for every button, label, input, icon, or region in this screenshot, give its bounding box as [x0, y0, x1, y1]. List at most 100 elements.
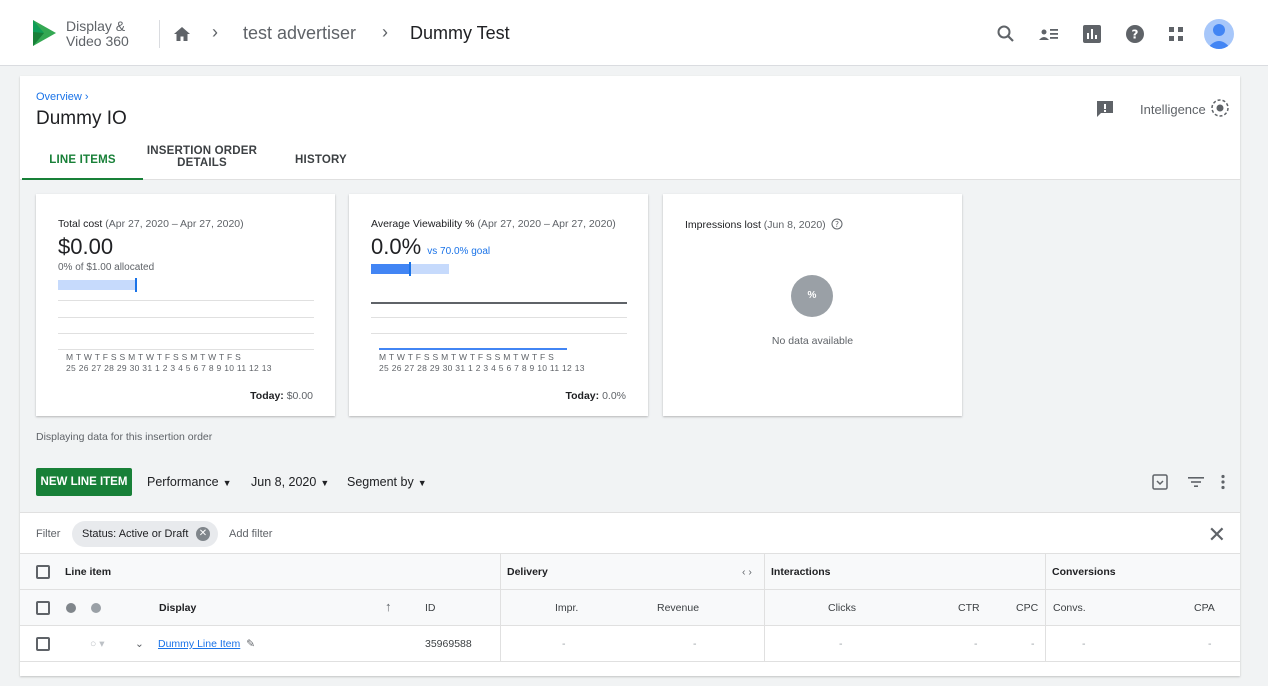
- viewability-goal: vs 70.0% goal: [427, 246, 491, 257]
- goal-marker: [409, 262, 411, 276]
- col-clicks[interactable]: Clicks: [828, 602, 856, 614]
- top-app-bar: Display & Video 360 › test advertiser › …: [0, 0, 1268, 66]
- status-dot-icon: [91, 603, 101, 613]
- column-divider: [764, 554, 765, 662]
- cell-convs: -: [1082, 638, 1086, 650]
- today-value: Today: $0.00: [250, 390, 313, 402]
- cell-impr: -: [562, 638, 566, 650]
- expand-columns-icon[interactable]: ‹ ›: [742, 566, 752, 578]
- cell-ctr: -: [974, 638, 978, 650]
- col-cpc[interactable]: CPC: [1016, 602, 1038, 614]
- col-ctr[interactable]: CTR: [958, 602, 980, 614]
- svg-text:?: ?: [1132, 28, 1139, 42]
- cell-clicks: -: [839, 638, 843, 650]
- segment-dropdown[interactable]: Segment by ▼: [347, 475, 427, 489]
- breadcrumb-separator: ›: [382, 22, 388, 42]
- help-icon[interactable]: ?: [1124, 23, 1146, 45]
- status-toggle-icon[interactable]: ○ ▾: [90, 638, 105, 650]
- app-name: Display & Video 360: [66, 18, 129, 49]
- col-convs[interactable]: Convs.: [1053, 602, 1086, 614]
- table-row[interactable]: ○ ▾ ⌄ Dummy Line Item ✎ 35969588 - - - -…: [20, 626, 1240, 662]
- displaying-text: Displaying data for this insertion order: [36, 431, 213, 443]
- column-divider: [500, 554, 501, 662]
- help-circle-icon[interactable]: ?: [831, 218, 843, 230]
- total-cost-value: $0.00: [58, 234, 114, 259]
- overview-link[interactable]: Overview ›: [36, 91, 89, 103]
- impressions-lost-card[interactable]: Impressions lost (Jun 8, 2020) ? % No da…: [663, 194, 962, 416]
- group-conversions: Conversions: [1052, 566, 1116, 578]
- breadcrumb-campaign[interactable]: Dummy Test: [410, 23, 510, 44]
- filter-list-icon[interactable]: [1186, 472, 1206, 492]
- tab-history[interactable]: HISTORY: [270, 142, 372, 180]
- cell-cpa: -: [1208, 638, 1212, 650]
- home-icon[interactable]: [172, 24, 192, 44]
- date-labels: 25 26 27 28 29 30 31 1 2 3 4 5 6 7 8 9 1…: [66, 363, 272, 373]
- tab-insertion-order-details[interactable]: INSERTION ORDER DETAILS: [144, 142, 260, 180]
- gridline: [371, 317, 627, 318]
- avatar[interactable]: [1204, 19, 1234, 49]
- col-revenue[interactable]: Revenue: [657, 602, 699, 614]
- impressions-lost-label: Impressions lost (Jun 8, 2020) ?: [685, 218, 843, 231]
- cell-revenue: -: [693, 638, 697, 650]
- column-header-row: Display ↑ ID Impr. Revenue Clicks CTR CP…: [20, 590, 1240, 626]
- cell-cpc: -: [1031, 638, 1035, 650]
- breadcrumb-advertiser[interactable]: test advertiser: [243, 23, 356, 44]
- column-chooser-icon[interactable]: [1150, 472, 1170, 492]
- dv360-logo-icon[interactable]: [30, 18, 58, 48]
- line-item-name[interactable]: Dummy Line Item ✎: [158, 638, 255, 650]
- caret-down-icon: ▼: [320, 478, 330, 488]
- user-icon: [1207, 24, 1231, 49]
- search-icon[interactable]: [995, 23, 1017, 45]
- feedback-icon[interactable]: [1096, 100, 1114, 118]
- more-vert-icon[interactable]: [1213, 472, 1233, 492]
- account-list-icon[interactable]: [1038, 23, 1060, 45]
- filter-bar: Filter Status: Active or Draft ✕ Add fil…: [20, 512, 1240, 554]
- gridline: [58, 300, 314, 301]
- date-dropdown[interactable]: Jun 8, 2020 ▼: [251, 475, 329, 489]
- weekday-labels: M T W T F S S M T W T F S S M T W T F S: [66, 352, 242, 362]
- viewability-card[interactable]: Average Viewability % (Apr 27, 2020 – Ap…: [349, 194, 648, 416]
- select-all-checkbox[interactable]: [36, 601, 50, 615]
- col-impr[interactable]: Impr.: [555, 602, 578, 614]
- sort-arrow-up-icon[interactable]: ↑: [385, 599, 392, 614]
- budget-bar: [58, 280, 136, 290]
- total-cost-card[interactable]: Total cost (Apr 27, 2020 – Apr 27, 2020)…: [36, 194, 335, 416]
- close-icon[interactable]: ✕: [1208, 522, 1226, 548]
- breadcrumb-separator: ›: [212, 22, 218, 42]
- col-cpa[interactable]: CPA: [1194, 602, 1215, 614]
- remove-chip-icon[interactable]: ✕: [196, 527, 210, 541]
- edit-pencil-icon[interactable]: ✎: [246, 638, 255, 650]
- tab-line-items[interactable]: LINE ITEMS: [22, 142, 143, 180]
- gridline: [371, 333, 627, 334]
- caret-down-icon: ▼: [222, 478, 232, 488]
- viewability-value: 0.0% vs 70.0% goal: [371, 234, 491, 259]
- line-item-id: 35969588: [425, 638, 472, 650]
- insertion-order-card: Overview › Dummy IO Intelligence LINE IT…: [20, 76, 1240, 676]
- budget-marker: [135, 278, 137, 292]
- new-line-item-button[interactable]: NEW LINE ITEM: [36, 468, 132, 496]
- viewability-label: Average Viewability % (Apr 27, 2020 – Ap…: [371, 218, 616, 230]
- select-all-checkbox[interactable]: [36, 565, 50, 579]
- add-filter-button[interactable]: Add filter: [229, 528, 272, 540]
- divider: [159, 20, 160, 48]
- col-display[interactable]: Display: [159, 602, 196, 614]
- group-interactions: Interactions: [771, 566, 831, 578]
- gridline: [58, 317, 314, 318]
- intelligence-icon[interactable]: [1210, 98, 1230, 118]
- svg-text:?: ?: [835, 220, 839, 229]
- caret-down-icon: ▼: [417, 478, 427, 488]
- tab-bar: LINE ITEMS INSERTION ORDER DETAILS HISTO…: [20, 142, 1240, 180]
- performance-dropdown[interactable]: Performance ▼: [147, 475, 231, 489]
- group-delivery: Delivery: [507, 566, 548, 578]
- row-checkbox[interactable]: [36, 637, 50, 651]
- intelligence-label[interactable]: Intelligence: [1140, 102, 1206, 117]
- col-id[interactable]: ID: [425, 602, 436, 614]
- apps-grid-icon[interactable]: [1165, 23, 1187, 45]
- allocated-text: 0% of $1.00 allocated: [58, 262, 155, 273]
- reports-icon[interactable]: [1081, 23, 1103, 45]
- weekday-labels: M T W T F S S M T W T F S S M T W T F S: [379, 352, 555, 362]
- gridline: [58, 333, 314, 334]
- chevron-down-icon[interactable]: ⌄: [135, 638, 144, 650]
- status-filter-chip[interactable]: Status: Active or Draft ✕: [72, 521, 218, 547]
- viewability-line: [379, 348, 567, 350]
